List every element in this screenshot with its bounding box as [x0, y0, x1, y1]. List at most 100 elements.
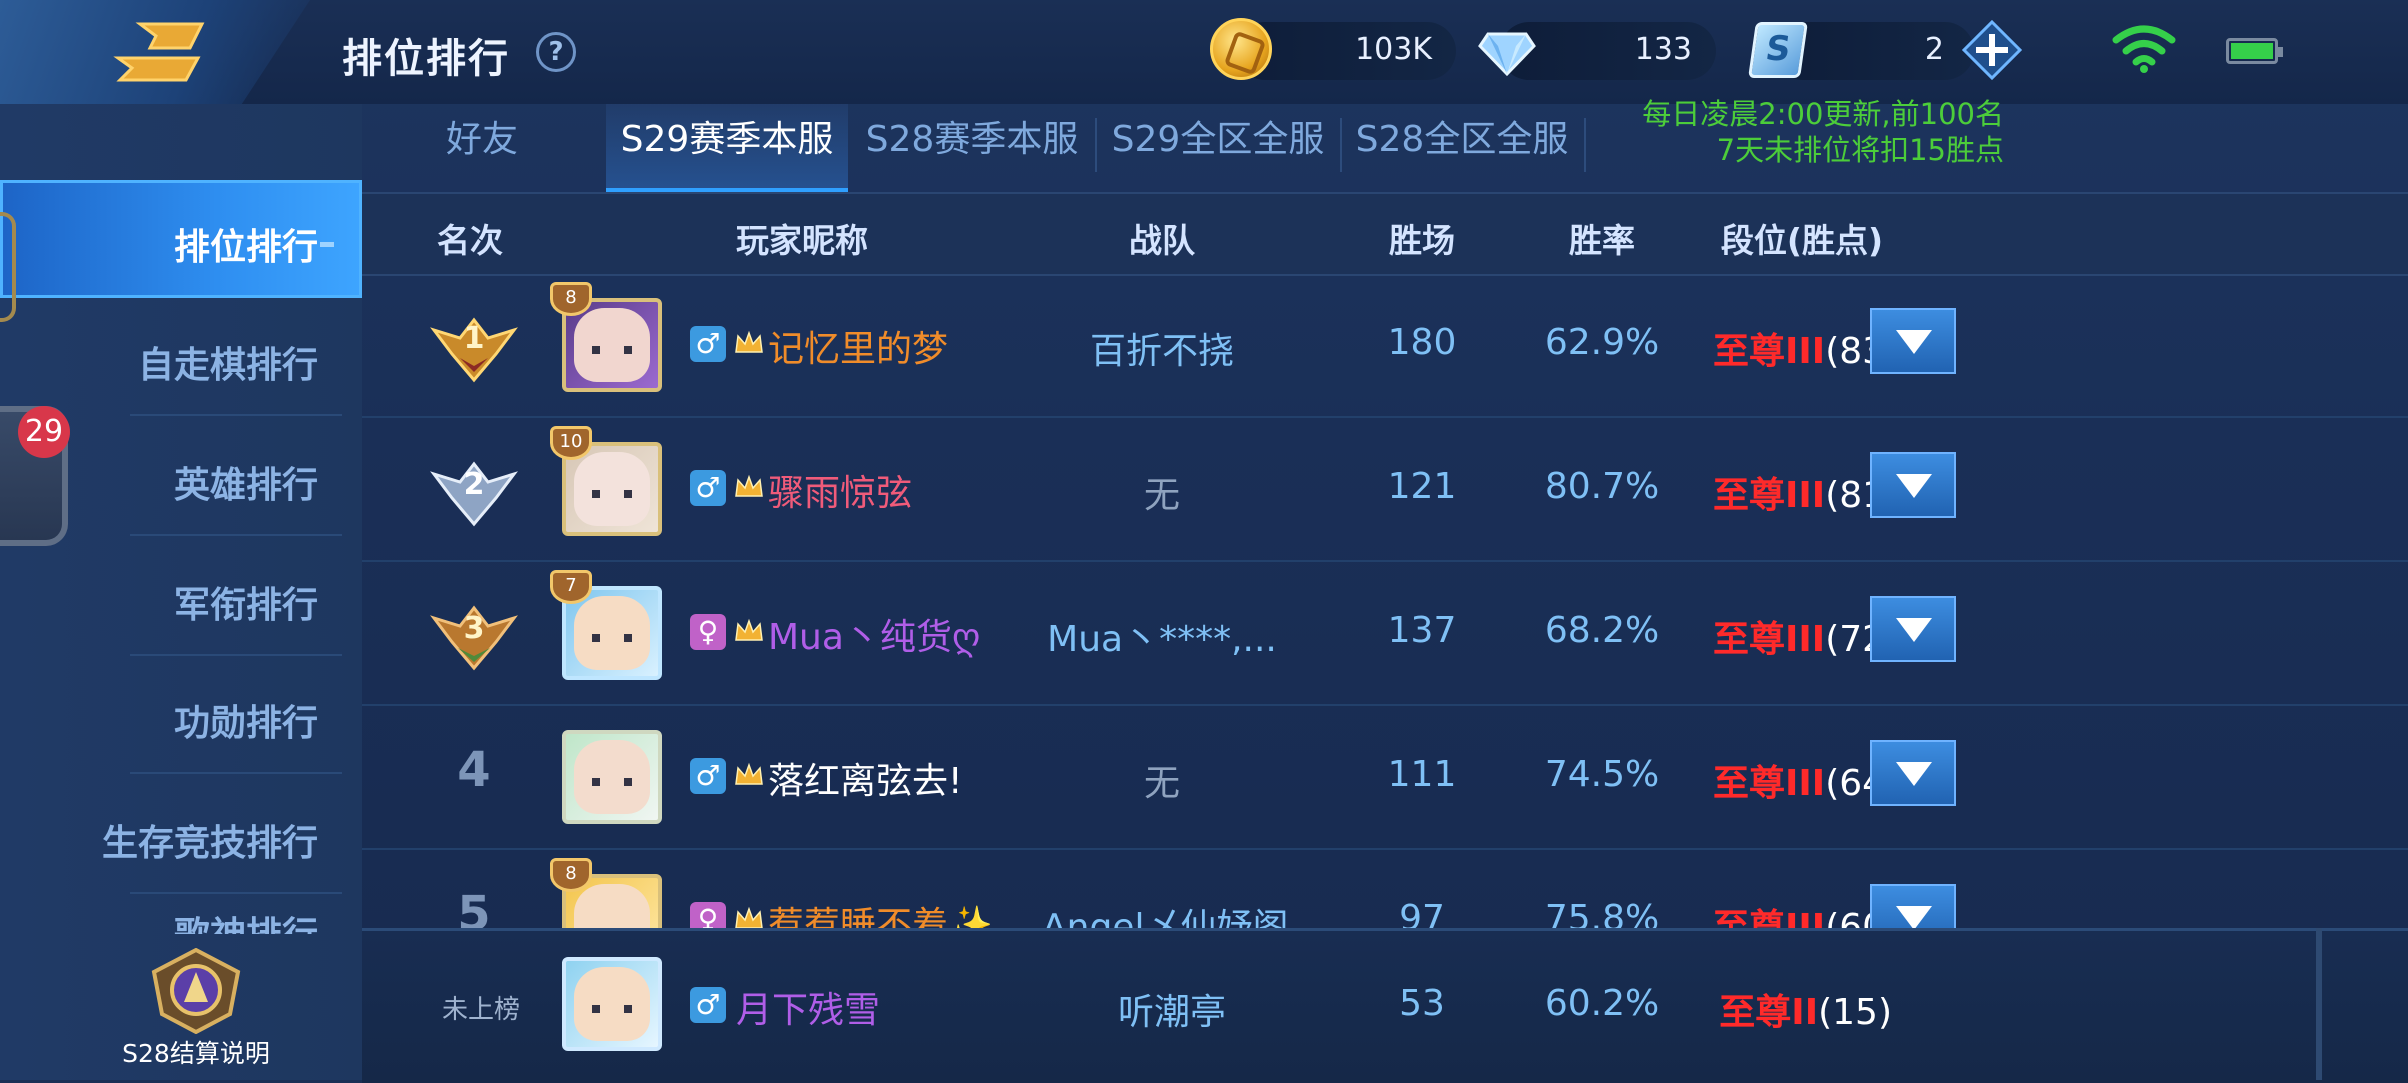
avatar-face: [574, 967, 650, 1041]
rank-bronze-badge-icon: 3: [430, 605, 518, 671]
avatar-face: [574, 596, 650, 670]
wins-value: 121: [1387, 466, 1457, 507]
rank-number: 4: [457, 742, 491, 798]
tab-divider: [1095, 118, 1097, 172]
male-icon: ♂: [690, 758, 726, 794]
notification-badge: 29: [18, 406, 70, 458]
male-icon: ♂: [690, 326, 726, 362]
tier-name: 至尊III: [1713, 619, 1826, 660]
settlement-info-link[interactable]: S28结算说明: [106, 1034, 286, 1070]
tab-s29-all[interactable]: S29全区全服: [1098, 104, 1338, 192]
male-icon: ♂: [690, 987, 726, 1023]
diamond-value: 133: [1634, 32, 1692, 67]
expand-button[interactable]: [1870, 308, 1956, 374]
wins-value: 180: [1387, 322, 1457, 363]
divider: [130, 414, 342, 416]
wins-value: 137: [1387, 610, 1457, 651]
tab-bar: 好友 S29赛季本服 S28赛季本服 S29全区全服 S28全区全服: [362, 104, 2408, 192]
sidebar-item-survival[interactable]: 生存竞技排行: [0, 776, 362, 894]
sidebar-item-label: 歌神排行: [0, 906, 362, 934]
avatar-face: [574, 740, 650, 814]
tab-s29-server[interactable]: S29赛季本服: [606, 104, 848, 192]
player-nickname[interactable]: 月下残雪: [736, 981, 880, 1033]
player-nickname[interactable]: 落红离弦去!: [768, 752, 962, 804]
wifi-icon: [2112, 25, 2176, 73]
player-nickname[interactable]: 骤雨惊弦: [768, 464, 912, 516]
player-nickname[interactable]: Mua丶纯货ღ: [768, 608, 980, 660]
wins-value: 53: [1399, 983, 1445, 1024]
avatar-eyes: [592, 490, 632, 498]
level-badge: 7: [550, 570, 592, 604]
table-row[interactable]: 3 7 ♀ Mua丶纯货ღ Mua丶****,... 137 68.2% 至尊I…: [362, 560, 2408, 706]
sidebar-item-label: 功勋排行: [173, 703, 318, 744]
diamond-icon: [1478, 32, 1536, 77]
table-row[interactable]: 2 10 ♂ 骤雨惊弦 无 121 80.7% 至尊III(817): [362, 416, 2408, 562]
tier-name: 至尊III: [1713, 331, 1826, 372]
tab-friends[interactable]: 好友: [362, 104, 602, 192]
wins-value: 97: [1399, 898, 1445, 928]
rank-number: 5: [457, 886, 491, 928]
sidebar-item-label: 排位排行: [173, 227, 318, 268]
update-notice: 每日凌晨2:00更新,前100名 7天未排位将扣15胜点: [1580, 96, 2004, 168]
sidebar-item-military-rank[interactable]: 军衔排行: [0, 538, 362, 656]
level-badge: 10: [550, 426, 592, 460]
expand-button[interactable]: [1870, 884, 1956, 928]
avatar-face: [574, 308, 650, 382]
table-row[interactable]: 5 8 ♀ 惹惹睡不着✨ Angel乄仙妤阁 97 75.8% 至尊III(60…: [362, 848, 2408, 928]
column-team: 战队: [1129, 221, 1195, 260]
sidebar-item-singer[interactable]: 歌神排行: [0, 894, 362, 934]
back-button[interactable]: [0, 0, 310, 104]
tier-name: 至尊III: [1713, 763, 1826, 804]
male-icon: ♂: [690, 470, 726, 506]
rank-silver-badge-icon: 2: [430, 461, 518, 527]
winrate-value: 62.9%: [1544, 322, 1660, 363]
add-currency-button[interactable]: [1962, 20, 2022, 80]
avatar[interactable]: [562, 957, 662, 1051]
tab-s28-all[interactable]: S28全区全服: [1342, 104, 1582, 192]
season-emblem-icon[interactable]: [146, 948, 246, 1034]
avatar-eyes: [592, 1005, 632, 1013]
sidebar-item-label: 自走棋排行: [137, 345, 318, 386]
team-name: 无: [1143, 475, 1180, 516]
column-tier: 段位(胜点): [1720, 221, 1884, 260]
sidebar-item-auto-chess[interactable]: 自走棋排行: [0, 298, 362, 416]
crown-icon: [735, 618, 763, 641]
player-nickname[interactable]: 惹惹睡不着✨: [768, 896, 993, 928]
crown-icon: [735, 474, 763, 497]
battery-icon: [2226, 38, 2283, 64]
team-name: Mua丶****,...: [1047, 619, 1277, 660]
table-row[interactable]: 1 8 ♂ 记忆里的梦 百折不挠 180 62.9% 至尊III(835): [362, 272, 2408, 418]
tier-name: 至尊III: [1713, 907, 1826, 928]
team-name: 无: [1143, 763, 1180, 804]
winrate-value: 74.5%: [1544, 754, 1660, 795]
expand-button[interactable]: [1870, 740, 1956, 806]
avatar-eyes: [592, 778, 632, 786]
rank-gold-badge-icon: 1: [430, 317, 518, 383]
tier-name: 至尊II: [1719, 992, 1819, 1033]
scrollbar[interactable]: [2316, 928, 2322, 1080]
expand-button[interactable]: [1870, 596, 1956, 662]
help-icon[interactable]: ?: [536, 32, 576, 72]
side-handle[interactable]: [0, 212, 16, 322]
tier-name: 至尊III: [1713, 475, 1826, 516]
team-name: 百折不挠: [1089, 331, 1234, 372]
divider: [130, 534, 342, 536]
rank-number: 2: [464, 467, 485, 502]
sidebar-item-ranked[interactable]: 排位排行: [0, 180, 362, 298]
avatar[interactable]: [562, 730, 662, 824]
wins-value: 111: [1387, 754, 1457, 795]
ranking-list[interactable]: 1 8 ♂ 记忆里的梦 百折不挠 180 62.9% 至尊III(835) 2 …: [362, 272, 2408, 928]
sidebar: 排位排行 自走棋排行 英雄排行 军衔排行 功勋排行 生存竞技排行 歌神排行: [0, 104, 362, 1080]
rank-number: 1: [464, 321, 485, 356]
player-nickname[interactable]: 记忆里的梦: [768, 320, 948, 372]
tab-s28-server[interactable]: S28赛季本服: [852, 104, 1092, 192]
female-icon: ♀: [690, 614, 726, 650]
table-header: 名次 玩家昵称 战队 胜场 胜率 段位(胜点): [362, 192, 2408, 276]
expand-button[interactable]: [1870, 452, 1956, 518]
female-icon: ♀: [690, 902, 726, 928]
my-ranking-row[interactable]: 未上榜 ♂ 月下残雪 听潮亭 53 60.2% 至尊II(15): [362, 928, 2408, 1083]
table-row[interactable]: 4 ♂ 落红离弦去! 无 111 74.5% 至尊III(644): [362, 704, 2408, 850]
my-rank-status: 未上榜: [441, 995, 520, 1025]
sidebar-item-merit[interactable]: 功勋排行: [0, 656, 362, 774]
tier-points: (15): [1818, 992, 1892, 1033]
